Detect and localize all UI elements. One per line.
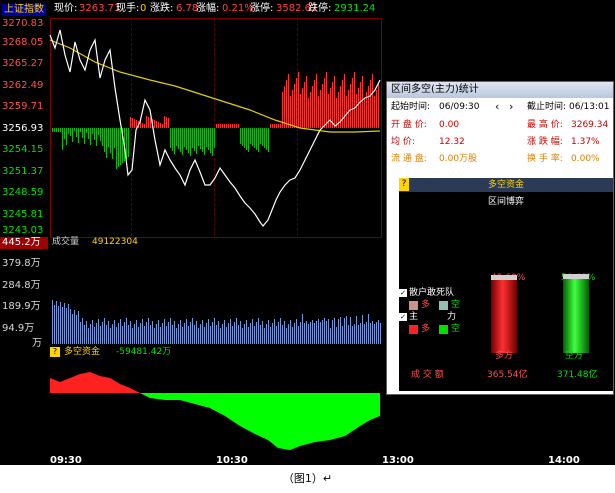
deal-amount-label: 成 交 额 (411, 370, 444, 380)
open-price-label: 开 盘 价: (391, 120, 427, 130)
short-amount: 371.48亿 (557, 370, 598, 380)
start-time-value: 06/09:30 (439, 102, 480, 112)
long-bar (491, 275, 517, 353)
end-time-value: 06/13:01 (569, 102, 610, 112)
long-name: 多方 (495, 351, 514, 361)
interval-stats-dialog[interactable]: 区间多空(主力)统计 起始时间: 06/09:30 ‹ › 截止时间: 06/1… (386, 81, 614, 395)
fund-flow-negative-area (140, 393, 380, 450)
dialog-title: 区间多空(主力)统计 (391, 84, 479, 95)
retail-checkbox[interactable]: ✓ (399, 289, 407, 297)
avg-price-value: 12.32 (439, 137, 465, 147)
dialog-titlebar[interactable]: 区间多空(主力)统计 (387, 82, 613, 98)
next-arrow-icon[interactable]: › (509, 101, 513, 112)
main-long-label: 多 (421, 324, 431, 334)
main-force-checkbox[interactable]: ✓ (399, 313, 407, 321)
section-title: 区间博弈 (487, 197, 524, 207)
fund-panel-title-text: 多空资金 (487, 180, 524, 190)
range-value: 1.37% (571, 137, 600, 147)
short-name: 空方 (565, 351, 584, 361)
high-price-label: 最 高 价: (527, 120, 563, 130)
retail-short-label: 空 (451, 300, 461, 310)
end-time-label: 截止时间: (527, 102, 567, 112)
time-axis-label: 13:00 (382, 455, 414, 466)
retail-short-swatch (439, 301, 448, 310)
main-short-label: 空 (451, 324, 461, 334)
prev-arrow-icon[interactable]: ‹ (495, 101, 499, 112)
retail-label: 散户敢死队 (409, 288, 455, 298)
short-bar (563, 274, 589, 353)
float-label: 流 通 盘: (391, 154, 427, 164)
float-value: 0.00万股 (439, 154, 478, 164)
screenshot-root: { "status": { "index_name": "上证指数", "now… (0, 0, 615, 493)
long-amount: 365.54亿 (487, 370, 528, 380)
retail-long-label: 多 (421, 300, 431, 310)
turnover-label: 换 手 率: (527, 154, 563, 164)
range-label: 涨 跌 幅: (527, 137, 563, 147)
main-force-label: 主 (409, 312, 419, 322)
time-axis-label: 10:30 (216, 455, 248, 466)
fund-panel-title: 多空资金 (399, 178, 613, 192)
help-icon[interactable]: ? (399, 178, 409, 191)
fund-flow-positive-area (50, 372, 140, 393)
main-short-swatch (439, 325, 448, 334)
fund-panel-body: 区间博弈 ✓ 散户敢死队 多 空 ✓ 主 力 多 空 49.60% 50.40%… (399, 192, 613, 391)
open-price-value: 0.00 (439, 120, 460, 130)
start-time-label: 起始时间: (391, 102, 431, 112)
chart-screen: 上证指数 现价: 3263.71 现手: 0 涨跌: 6.78 涨幅: 0.21… (0, 0, 615, 466)
main-force-label-2: 力 (447, 312, 457, 322)
figure-caption: （图1）↵ (282, 472, 333, 485)
retail-long-swatch (409, 301, 418, 310)
avg-price-label: 均 价: (391, 137, 415, 147)
time-axis-label: 09:30 (50, 455, 82, 466)
main-long-swatch (409, 325, 418, 334)
turnover-value: 0.00% (571, 154, 600, 164)
time-axis-label: 14:00 (548, 455, 580, 466)
high-price-value: 3269.34 (571, 120, 609, 130)
